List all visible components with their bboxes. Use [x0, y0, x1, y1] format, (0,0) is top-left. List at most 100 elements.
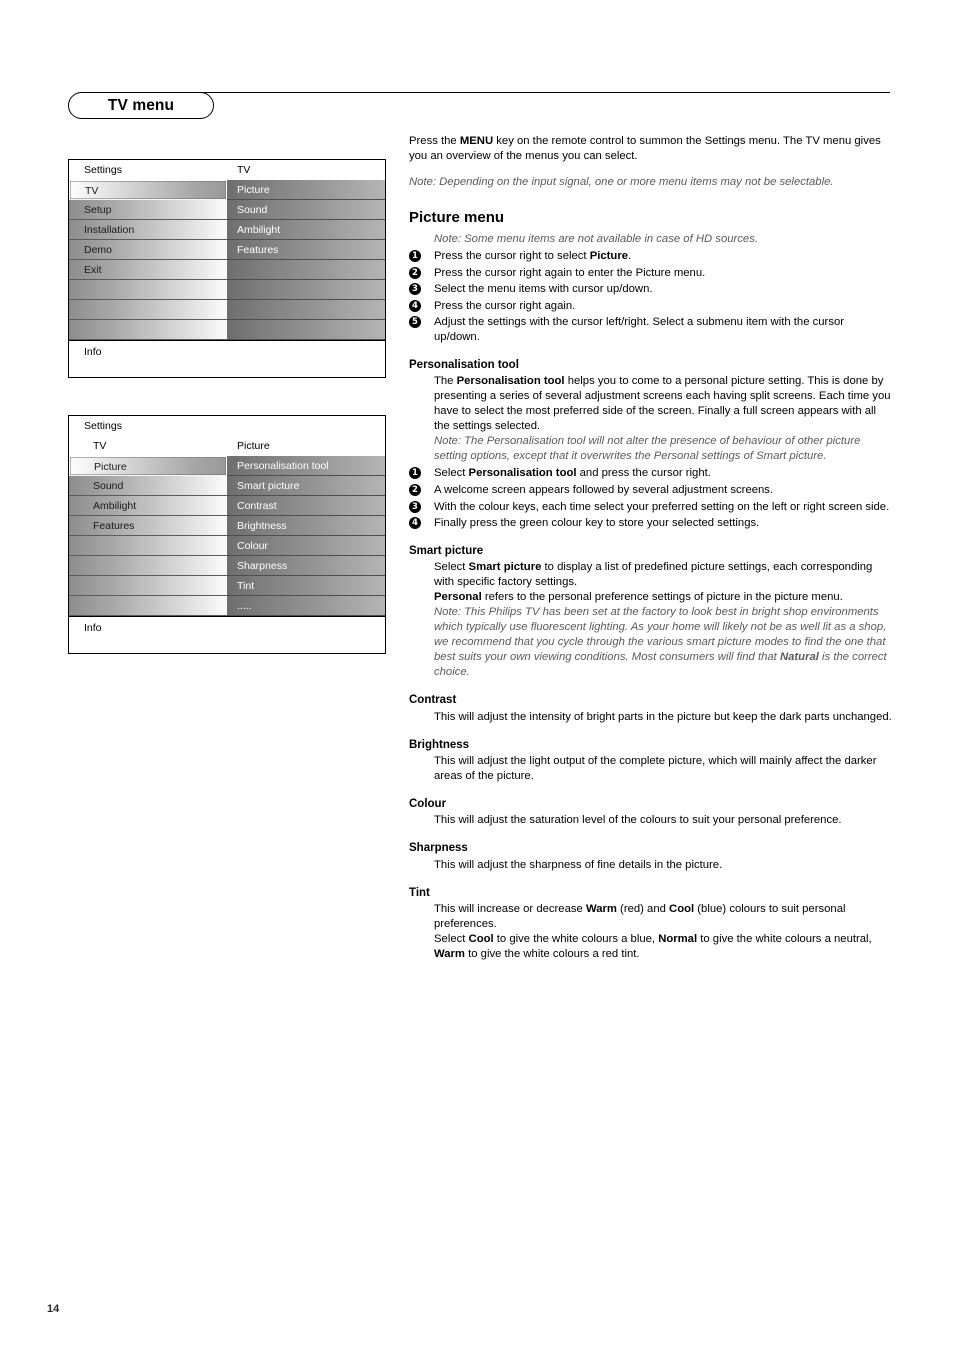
menu-tv-column: Picture Sound Ambilight Features	[227, 180, 385, 340]
subsection-title-personalisation-tool: Personalisation tool	[409, 359, 519, 372]
menu-item-empty	[227, 320, 385, 340]
list-item: 3 With the colour keys, each time select…	[409, 500, 892, 515]
smart-picture-body: Select Smart picture to display a list o…	[434, 560, 892, 605]
menu-item-installation[interactable]: Installation	[69, 220, 227, 240]
tv-menu-diagram: Settings TV TV Setup Installation Demo E…	[68, 159, 386, 378]
tint-body: This will increase or decrease Warm (red…	[434, 902, 892, 962]
subsection-title-sharpness: Sharpness	[409, 842, 468, 855]
step-number-icon: 3	[409, 283, 421, 296]
step-text-pre: With the colour keys, each time select y…	[434, 500, 890, 513]
menu-item-features[interactable]: Features	[69, 516, 227, 536]
step-text-pre: Select	[434, 467, 469, 480]
subsection-title-brightness: Brightness	[409, 738, 470, 751]
menu-key-bold: MENU	[459, 135, 494, 147]
step-text-pre: Adjust the settings with the cursor left…	[434, 316, 845, 344]
step-text-pre: A welcome screen appears followed by sev…	[434, 483, 774, 496]
menu-item-empty	[227, 300, 385, 320]
page-title: TV menu	[107, 97, 175, 114]
step-number-icon: 1	[409, 467, 421, 480]
menu-columns: Picture Sound Ambilight Features Persona…	[69, 456, 385, 616]
menu-item-smart-picture[interactable]: Smart picture	[227, 476, 385, 496]
menu-title-row: Settings	[69, 416, 385, 436]
menu-info-bar: Info	[69, 616, 385, 653]
picture-menu-note: Note: Some menu items are not available …	[434, 232, 758, 245]
menu-item-empty	[227, 260, 385, 280]
step-text-pre: Press the cursor right to select	[434, 250, 590, 262]
menu-item-brightness[interactable]: Brightness	[227, 516, 385, 536]
list-item: 3 Select the menu items with cursor up/d…	[409, 282, 892, 297]
header-divider-rule	[190, 92, 890, 93]
contrast-body: This will adjust the intensity of bright…	[434, 710, 892, 723]
list-item: 2 A welcome screen appears followed by s…	[409, 483, 892, 498]
menu-picture-column: Personalisation tool Smart picture Contr…	[227, 456, 385, 616]
menu-column-headers: TV Picture	[69, 436, 385, 456]
colour-body: This will adjust the saturation level of…	[434, 814, 842, 827]
step-number-icon: 5	[409, 316, 421, 329]
menu-item-sound[interactable]: Sound	[69, 476, 227, 496]
menu-item-exit[interactable]: Exit	[69, 260, 227, 280]
menu-item-empty	[227, 280, 385, 300]
menu-item-setup[interactable]: Setup	[69, 200, 227, 220]
subsection-title-contrast: Contrast	[409, 694, 457, 707]
menu-header-tv: TV	[93, 440, 107, 452]
cool-bold-2: Cool	[468, 932, 494, 945]
tint-text-f: Select	[434, 932, 469, 945]
menu-item-features[interactable]: Features	[227, 240, 385, 260]
brightness-body: This will adjust the light output of the…	[434, 755, 877, 783]
warm-bold: Warm	[585, 902, 617, 915]
menu-title-spacer	[227, 416, 385, 436]
step-number-icon: 1	[409, 250, 421, 262]
picture-menu-diagram: Settings TV Picture Picture Sound Ambili…	[68, 415, 386, 654]
smart-picture-text-a: Select	[434, 561, 469, 574]
menu-item-ambilight[interactable]: Ambilight	[227, 220, 385, 240]
subsection-title-smart-picture: Smart picture	[409, 545, 484, 558]
step-number-icon: 2	[409, 266, 421, 279]
menu-tv-column: Picture Sound Ambilight Features	[69, 456, 227, 616]
menu-item-empty	[69, 576, 227, 596]
step-text-post: and press the cursor right.	[576, 467, 711, 480]
menu-title-settings: Settings	[84, 420, 122, 432]
step-number-icon: 4	[409, 299, 421, 312]
step-text-pre: Press the cursor right again.	[434, 299, 576, 312]
menu-item-picture[interactable]: Picture	[227, 180, 385, 200]
list-item: 2 Press the cursor right again to enter …	[409, 266, 892, 281]
menu-item-sharpness[interactable]: Sharpness	[227, 556, 385, 576]
natural-bold: Natural	[779, 651, 819, 664]
menu-columns: TV Setup Installation Demo Exit Picture …	[69, 180, 385, 340]
personal-bold: Personal	[434, 591, 482, 604]
personalisation-text-a: The	[434, 375, 457, 388]
normal-bold: Normal	[658, 932, 698, 945]
menu-item-tv[interactable]: TV	[69, 180, 227, 200]
tint-text-i: to give the white colours a red tint.	[464, 947, 640, 960]
document-body: Press the MENU key on the remote control…	[409, 134, 892, 962]
list-item: 5 Adjust the settings with the cursor le…	[409, 315, 892, 345]
menu-item-contrast[interactable]: Contrast	[227, 496, 385, 516]
menu-item-empty	[69, 536, 227, 556]
step-text-pre: Finally press the green colour key to st…	[434, 517, 760, 530]
subsection-title-tint: Tint	[409, 886, 430, 899]
menu-item-more[interactable]: .....	[227, 596, 385, 616]
step-number-icon: 4	[409, 517, 421, 530]
page-title-pill: TV menu	[68, 92, 214, 119]
list-item: 1 Press the cursor right to select Pictu…	[409, 249, 892, 264]
list-item: 1 Select Personalisation tool and press …	[409, 466, 892, 481]
smart-picture-bold: Smart picture	[468, 561, 542, 574]
menu-item-personalisation-tool[interactable]: Personalisation tool	[227, 456, 385, 476]
sharpness-body: This will adjust the sharpness of fine d…	[434, 858, 723, 871]
subsection-title-colour: Colour	[409, 798, 447, 811]
warm-bold-2: Warm	[434, 947, 465, 960]
personalisation-steps: 1 Select Personalisation tool and press …	[409, 466, 892, 531]
menu-item-ambilight[interactable]: Ambilight	[69, 496, 227, 516]
menu-item-empty	[69, 300, 227, 320]
menu-item-picture[interactable]: Picture	[69, 456, 227, 476]
step-number-icon: 3	[409, 500, 421, 513]
menu-info-bar: Info	[69, 340, 385, 377]
tint-text-g: to give the white colours a blue,	[493, 932, 659, 945]
menu-item-demo[interactable]: Demo	[69, 240, 227, 260]
tint-text-c: (red) and	[616, 902, 670, 915]
step-number-icon: 2	[409, 483, 421, 496]
menu-item-colour[interactable]: Colour	[227, 536, 385, 556]
menu-item-tint[interactable]: Tint	[227, 576, 385, 596]
menu-item-sound[interactable]: Sound	[227, 200, 385, 220]
smart-picture-text-d: refers to the personal preference settin…	[481, 591, 843, 604]
